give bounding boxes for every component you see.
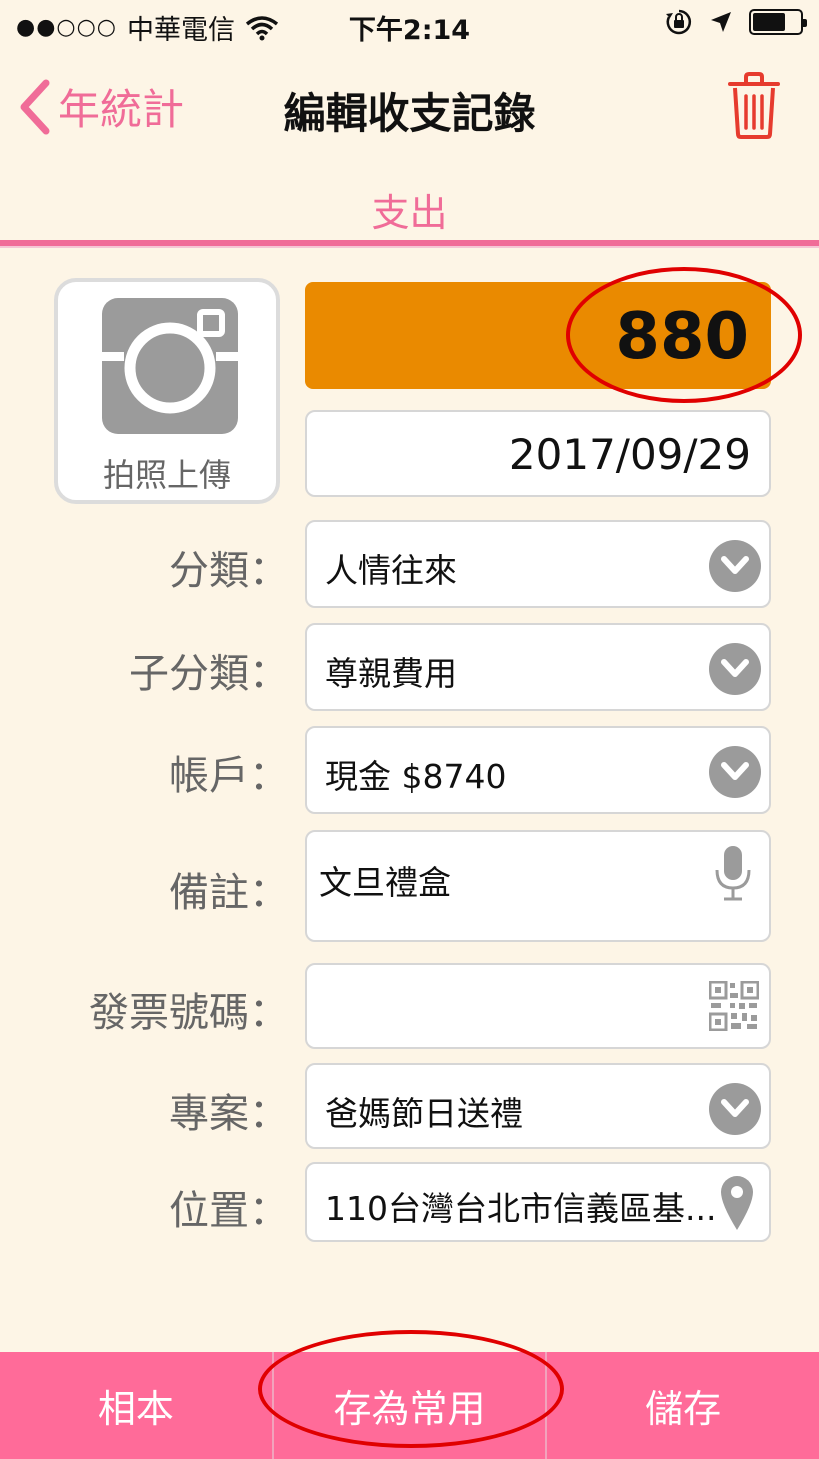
bottom-toolbar: 相本 存為常用 儲存 bbox=[0, 1352, 819, 1459]
project-value: 爸媽節日送禮 bbox=[325, 1094, 523, 1133]
map-pin-icon[interactable] bbox=[719, 1174, 755, 1232]
date-field[interactable]: 2017/09/29 bbox=[305, 410, 771, 497]
trash-icon[interactable] bbox=[726, 70, 782, 140]
project-dropdown[interactable]: 爸媽節日送禮 bbox=[305, 1063, 771, 1149]
camera-icon bbox=[102, 298, 238, 434]
category-value: 人情往來 bbox=[325, 551, 457, 590]
project-label: 專案： bbox=[169, 1091, 289, 1137]
subcategory-value: 尊親費用 bbox=[325, 654, 457, 693]
dropdown-icon bbox=[709, 746, 761, 798]
photo-upload-button[interactable]: 拍照上傳 bbox=[54, 278, 280, 504]
page-title: 編輯收支記錄 bbox=[283, 89, 536, 138]
subcategory-dropdown[interactable]: 尊親費用 bbox=[305, 623, 771, 711]
category-dropdown[interactable]: 人情往來 bbox=[305, 520, 771, 608]
note-value: 文旦禮盒 bbox=[319, 863, 451, 902]
status-bar: ●●○○○ 中華電信 下午2:14 bbox=[0, 0, 819, 52]
account-value: 現金 $8740 bbox=[325, 757, 507, 796]
dropdown-icon bbox=[709, 1083, 761, 1135]
subcategory-label: 子分類： bbox=[129, 651, 289, 697]
account-label: 帳戶： bbox=[169, 753, 289, 799]
location-value: 110台灣台北市信義區基... bbox=[325, 1189, 717, 1228]
account-dropdown[interactable]: 現金 $8740 bbox=[305, 726, 771, 814]
segment-expense-tab[interactable]: 支出 bbox=[0, 182, 819, 237]
save-as-common-button[interactable]: 存為常用 bbox=[274, 1352, 548, 1459]
battery-fill bbox=[753, 13, 786, 31]
photo-upload-label: 拍照上傳 bbox=[102, 456, 231, 494]
qr-code-icon[interactable] bbox=[709, 981, 759, 1031]
album-button[interactable]: 相本 bbox=[0, 1352, 274, 1459]
amount-field[interactable]: 880 bbox=[305, 282, 771, 389]
battery-icon bbox=[749, 9, 807, 35]
category-label: 分類： bbox=[169, 548, 289, 594]
segment-underline-shadow bbox=[0, 246, 819, 248]
location-label: 位置： bbox=[169, 1188, 289, 1234]
save-button[interactable]: 儲存 bbox=[547, 1352, 819, 1459]
invoice-field[interactable] bbox=[305, 963, 771, 1049]
rotation-lock-icon bbox=[666, 9, 692, 35]
dropdown-icon bbox=[709, 540, 761, 592]
note-field[interactable]: 文旦禮盒 bbox=[305, 830, 771, 942]
microphone-icon[interactable] bbox=[713, 844, 753, 904]
date-value: 2017/09/29 bbox=[508, 430, 751, 479]
invoice-label: 發票號碼： bbox=[89, 990, 289, 1036]
location-field[interactable]: 110台灣台北市信義區基... bbox=[305, 1162, 771, 1242]
status-right bbox=[665, 8, 807, 36]
note-label: 備註： bbox=[169, 870, 289, 916]
dropdown-icon bbox=[709, 643, 761, 695]
location-arrow-icon bbox=[711, 12, 731, 32]
amount-value: 880 bbox=[615, 300, 749, 374]
